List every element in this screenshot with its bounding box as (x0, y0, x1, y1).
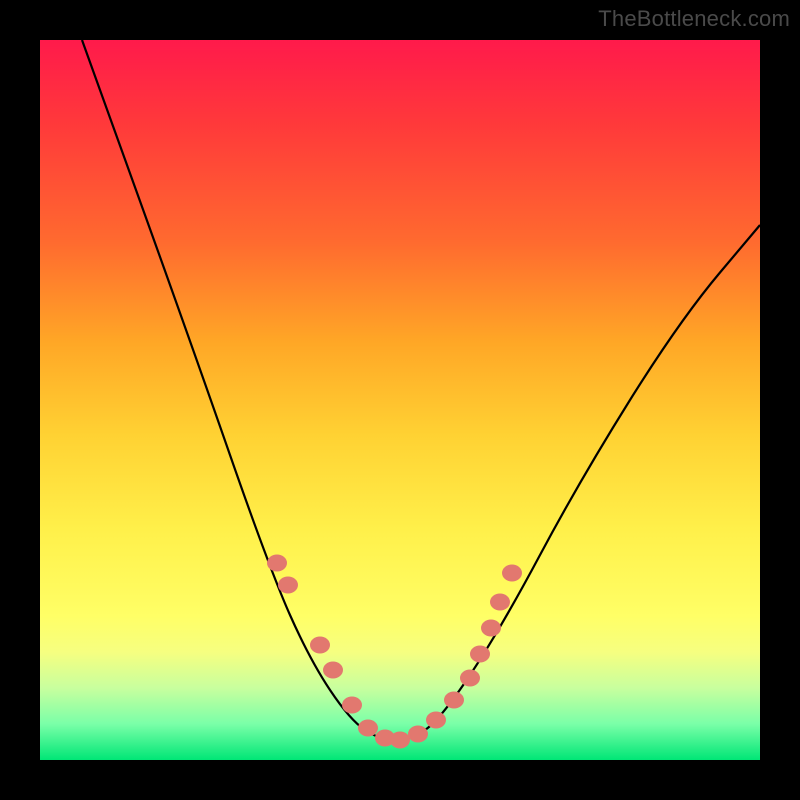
bead-marker (323, 662, 343, 679)
bead-marker (490, 594, 510, 611)
chart-frame: TheBottleneck.com (0, 0, 800, 800)
bead-marker (426, 712, 446, 729)
bead-marker (460, 670, 480, 687)
bottleneck-curve (82, 40, 760, 740)
bead-marker (267, 555, 287, 572)
bead-marker (470, 646, 490, 663)
watermark-text: TheBottleneck.com (598, 6, 790, 32)
bead-group (267, 555, 522, 749)
plot-area (40, 40, 760, 760)
bead-marker (390, 732, 410, 749)
bead-marker (481, 620, 501, 637)
bead-marker (310, 637, 330, 654)
bead-marker (444, 692, 464, 709)
bead-marker (502, 565, 522, 582)
bead-marker (408, 726, 428, 743)
bead-marker (358, 720, 378, 737)
bead-marker (342, 697, 362, 714)
curve-svg (40, 40, 760, 760)
bead-marker (278, 577, 298, 594)
